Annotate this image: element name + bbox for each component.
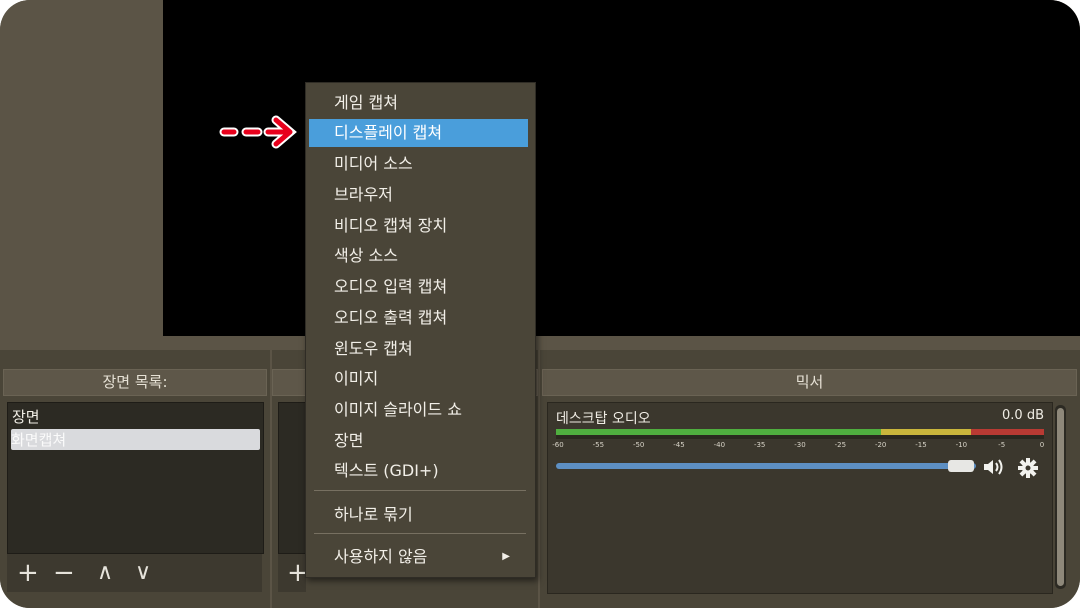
menu-item-image-slideshow[interactable]: 이미지 슬라이드 쇼 bbox=[309, 396, 528, 424]
menu-item-browser[interactable]: 브라우저 bbox=[309, 181, 528, 209]
left-strip bbox=[0, 0, 163, 348]
remove-scene-button[interactable]: − bbox=[53, 560, 75, 586]
add-scene-button[interactable]: + bbox=[17, 560, 39, 586]
meter-tick-label: -5 bbox=[998, 441, 1006, 449]
meter-tick-label: -20 bbox=[874, 441, 887, 449]
meter-tick-label: -30 bbox=[794, 441, 806, 449]
menu-item-scene[interactable]: 장면 bbox=[309, 427, 528, 455]
mixer-scrollbar-thumb[interactable] bbox=[1057, 408, 1064, 586]
meter-tick-label: -55 bbox=[592, 441, 605, 449]
scenes-header: 장면 목록: bbox=[3, 369, 267, 396]
meter-tick-label: -25 bbox=[834, 441, 847, 449]
scene-item[interactable]: 장면 bbox=[12, 406, 40, 427]
meter-tick-label: -45 bbox=[673, 441, 685, 449]
preview-bottom-bar bbox=[0, 336, 1080, 350]
submenu-arrow-icon: ▶ bbox=[502, 551, 510, 562]
menu-item-media-source[interactable]: 미디어 소스 bbox=[309, 150, 528, 178]
volume-meter bbox=[556, 429, 1044, 439]
menu-item-audio-output-capture[interactable]: 오디오 출력 캡쳐 bbox=[309, 304, 528, 332]
menu-item-image[interactable]: 이미지 bbox=[309, 365, 528, 393]
menu-item-display-capture[interactable]: 디스플레이 캡쳐 bbox=[309, 119, 528, 147]
meter-tick-label: -40 bbox=[713, 441, 726, 449]
meter-tick-label: 0 bbox=[1039, 441, 1045, 449]
source-toolbar: + bbox=[278, 554, 309, 592]
menu-item-color-source[interactable]: 색상 소스 bbox=[309, 242, 528, 270]
menu-separator bbox=[314, 533, 526, 534]
move-scene-up-button[interactable]: ∧ bbox=[97, 560, 113, 586]
menu-separator bbox=[314, 490, 526, 491]
meter-tick-label: -60 bbox=[552, 441, 564, 449]
scene-list[interactable]: 장면 화면캡쳐 bbox=[7, 402, 264, 554]
menu-item-video-capture-device[interactable]: 비디오 캡쳐 장치 bbox=[309, 212, 528, 240]
scene-toolbar: + − ∧ ∨ bbox=[7, 554, 262, 592]
meter-tick-label: -10 bbox=[955, 441, 968, 449]
meter-tick-label: -15 bbox=[915, 441, 927, 449]
menu-item-group[interactable]: 하나로 묶기 bbox=[309, 501, 528, 529]
move-scene-down-button[interactable]: ∨ bbox=[135, 560, 151, 586]
meter-green-zone bbox=[556, 429, 881, 435]
add-source-menu: 게임 캡쳐 디스플레이 캡쳐 미디어 소스 브라우저 비디오 캡쳐 장치 색상 … bbox=[305, 82, 536, 578]
menu-item-deprecated-label: 사용하지 않음 bbox=[334, 547, 428, 566]
red-arrow-annotation-icon bbox=[218, 114, 302, 154]
meter-tick-label: -50 bbox=[632, 441, 645, 449]
menu-item-audio-input-capture[interactable]: 오디오 입력 캡쳐 bbox=[309, 273, 528, 301]
preview-canvas[interactable] bbox=[163, 0, 1080, 336]
source-list[interactable] bbox=[278, 402, 306, 554]
mixer-level-readout: 0.0 dB bbox=[1002, 408, 1044, 423]
menu-item-text-gdi[interactable]: 텍스트 (GDI+) bbox=[309, 457, 528, 485]
meter-ticks: -60 -55 -50 -45 -40 -35 -30 -25 -20 -15 -10 -5 0 bbox=[552, 441, 1045, 451]
menu-item-deprecated[interactable]: 사용하지 않음 ▶ bbox=[309, 543, 528, 571]
volume-slider[interactable] bbox=[556, 463, 976, 469]
mixer-header: 믹서 bbox=[542, 369, 1077, 396]
obs-window: 장면 목록: 믹서 장면 화면캡쳐 + − ∧ ∨ + 데스크탑 오디오 0.0… bbox=[0, 0, 1080, 608]
mixer-panel: 데스크탑 오디오 0.0 dB -60 -55 -50 -45 -40 -35 -30 -25… bbox=[547, 402, 1053, 594]
volume-slider-knob[interactable] bbox=[948, 460, 974, 472]
menu-item-game-capture[interactable]: 게임 캡쳐 bbox=[309, 89, 528, 117]
speaker-icon[interactable] bbox=[982, 457, 1004, 481]
scene-item-selected[interactable]: 화면캡쳐 bbox=[11, 429, 260, 450]
menu-item-window-capture[interactable]: 윈도우 캡쳐 bbox=[309, 335, 528, 363]
meter-tick-label: -35 bbox=[753, 441, 766, 449]
gear-icon[interactable] bbox=[1017, 457, 1039, 483]
meter-yellow-zone bbox=[881, 429, 971, 435]
meter-red-zone bbox=[971, 429, 1044, 435]
mixer-channel-name: 데스크탑 오디오 bbox=[556, 411, 651, 427]
